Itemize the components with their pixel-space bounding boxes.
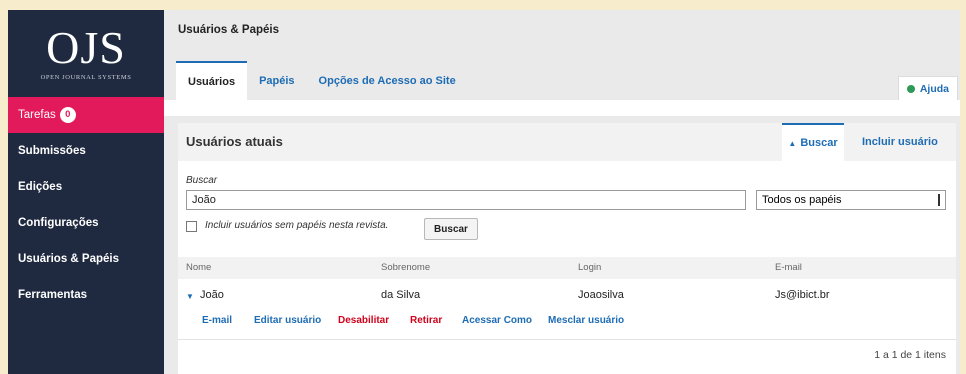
- search-submit-button[interactable]: Buscar: [424, 218, 478, 240]
- sidebar-item-submissoes[interactable]: Submissões: [8, 133, 164, 169]
- sidebar-item-ferramentas[interactable]: Ferramentas: [8, 277, 164, 313]
- sidebar-item-label: Ferramentas: [18, 289, 88, 301]
- cell-sobrenome: da Silva: [381, 289, 421, 301]
- action-edit-user[interactable]: Editar usuário: [254, 315, 321, 326]
- row-expand-icon[interactable]: ▼: [186, 292, 194, 301]
- sidebar-item-label: Tarefas: [18, 109, 56, 121]
- action-merge-user[interactable]: Mesclar usuário: [548, 315, 624, 326]
- cell-login: Joaosilva: [578, 289, 624, 301]
- include-no-role-label: Incluir usuários sem papéis nesta revist…: [205, 220, 389, 231]
- sidebar-item-label: Configurações: [18, 217, 99, 229]
- table-header: Nome Sobrenome Login E-mail: [178, 257, 956, 279]
- action-remove[interactable]: Retirar: [410, 315, 442, 326]
- select-caret-icon: [938, 194, 940, 206]
- tasks-count-badge: 0: [59, 107, 76, 123]
- page-title: Usuários & Papéis: [178, 24, 279, 36]
- tab-opcoes-acesso[interactable]: Opções de Acesso ao Site: [307, 61, 468, 101]
- sidebar-item-tarefas[interactable]: Tarefas 0: [8, 97, 164, 133]
- panel-header: Usuários atuais ▲ Buscar Incluir usuário: [178, 123, 956, 161]
- pagination-info: 1 a 1 de 1 itens: [874, 349, 946, 361]
- sidebar-item-label: Submissões: [18, 145, 86, 157]
- logo-mark: OJS: [46, 22, 126, 73]
- tab-content-strip: [164, 100, 960, 116]
- search-input[interactable]: [186, 190, 746, 210]
- action-email[interactable]: E-mail: [202, 315, 232, 326]
- sidebar-item-usuarios-papeis[interactable]: Usuários & Papéis: [8, 241, 164, 277]
- sidebar-item-label: Edições: [18, 181, 63, 193]
- cell-email: Js@ibict.br: [775, 289, 830, 301]
- search-label: Buscar: [186, 175, 218, 186]
- help-circle-icon: [906, 84, 915, 93]
- cell-nome: João: [200, 289, 224, 301]
- help-label: Ajuda: [919, 82, 949, 95]
- ojs-logo[interactable]: OJS OPEN JOURNAL SYSTEMS: [8, 10, 164, 97]
- action-login-as[interactable]: Acessar Como: [462, 315, 532, 326]
- action-disable[interactable]: Desabilitar: [338, 315, 389, 326]
- include-no-role-checkbox[interactable]: [186, 221, 197, 232]
- divider: [178, 339, 956, 340]
- search-toggle-label: Buscar: [800, 137, 838, 149]
- tab-papeis[interactable]: Papéis: [247, 61, 306, 101]
- sidebar: OJS OPEN JOURNAL SYSTEMS Tarefas 0 Submi…: [8, 10, 164, 374]
- sidebar-item-label: Usuários & Papéis: [18, 253, 119, 265]
- search-toggle-button[interactable]: ▲ Buscar: [782, 123, 844, 161]
- logo-subtitle: OPEN JOURNAL SYSTEMS: [40, 74, 132, 81]
- tab-bar: Usuários Papéis Opções de Acesso ao Site: [176, 61, 468, 101]
- tab-usuarios[interactable]: Usuários: [176, 61, 248, 101]
- add-user-button[interactable]: Incluir usuário: [862, 123, 938, 161]
- column-header-sobrenome[interactable]: Sobrenome: [381, 262, 430, 273]
- panel-title: Usuários atuais: [186, 134, 283, 149]
- role-select[interactable]: Todos os papéis: [756, 190, 946, 210]
- sidebar-item-edicoes[interactable]: Edições: [8, 169, 164, 205]
- caret-up-icon: ▲: [788, 138, 797, 148]
- role-select-value: Todos os papéis: [762, 194, 842, 206]
- app-frame: OJS OPEN JOURNAL SYSTEMS Tarefas 0 Submi…: [8, 10, 960, 374]
- help-button[interactable]: Ajuda: [897, 76, 958, 100]
- column-header-nome[interactable]: Nome: [186, 262, 211, 273]
- column-header-email[interactable]: E-mail: [775, 262, 802, 273]
- column-header-login[interactable]: Login: [578, 262, 601, 273]
- sidebar-item-configuracoes[interactable]: Configurações: [8, 205, 164, 241]
- users-panel: Usuários atuais ▲ Buscar Incluir usuário…: [178, 123, 956, 374]
- main-content: Usuários & Papéis Usuários Papéis Opções…: [164, 10, 960, 374]
